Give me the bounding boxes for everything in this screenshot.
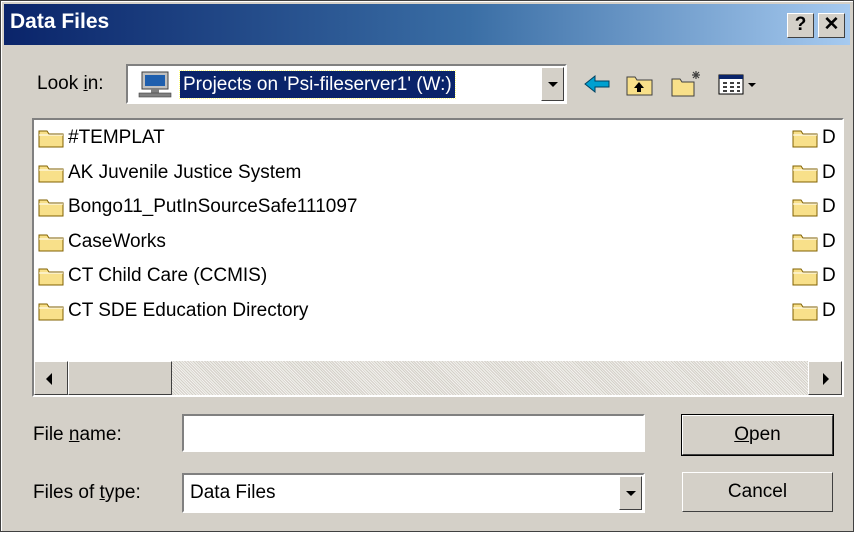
- scroll-thumb[interactable]: [68, 361, 172, 395]
- open-button-access-key: O: [734, 424, 750, 445]
- up-one-level-icon[interactable]: [623, 69, 657, 99]
- folder-icon: [38, 163, 64, 191]
- close-button[interactable]: ✕: [818, 13, 845, 38]
- open-button-label: pen: [749, 424, 781, 445]
- folder-icon: [38, 301, 64, 329]
- data-files-dialog: Data Files ? ✕ Look in: Projects on 'Psi…: [0, 0, 854, 532]
- lookin-dropdown-button[interactable]: [541, 67, 564, 101]
- filename-input[interactable]: [182, 414, 645, 452]
- folder-icon: [38, 197, 64, 225]
- lookin-combobox[interactable]: Projects on 'Psi-fileserver1' (W:): [126, 64, 567, 104]
- list-item-label: D: [822, 127, 836, 148]
- folder-icon: [792, 266, 818, 294]
- list-item-label: D: [822, 299, 836, 321]
- scroll-left-button[interactable]: [34, 361, 68, 395]
- scroll-right-icon: [823, 373, 829, 385]
- lookin-label: Look in:: [37, 73, 104, 95]
- filetype-combobox[interactable]: Data Files: [182, 473, 645, 513]
- folder-icon: [38, 232, 64, 260]
- back-icon[interactable]: [581, 69, 615, 99]
- new-folder-icon[interactable]: [669, 69, 703, 99]
- folder-icon: [792, 128, 818, 156]
- list-item-label: D: [822, 230, 836, 252]
- filetype-value: Data Files: [190, 482, 276, 503]
- folder-icon: [38, 266, 64, 294]
- chevron-down-icon: [547, 82, 558, 87]
- horizontal-scrollbar[interactable]: [34, 361, 842, 395]
- file-list[interactable]: #TEMPLAT AK Juvenile Justice System Bongo1…: [32, 118, 844, 397]
- view-menu-icon[interactable]: [716, 69, 766, 99]
- lookin-label-prefix: Look: [37, 73, 84, 94]
- help-button[interactable]: ?: [787, 13, 814, 38]
- title-bar[interactable]: Data Files ? ✕: [4, 4, 850, 45]
- cancel-button-label: Cancel: [727, 481, 788, 502]
- chevron-down-icon: [625, 491, 636, 496]
- filetype-label: Files of type:: [33, 482, 141, 504]
- help-icon: ?: [794, 14, 807, 35]
- list-item-label: #TEMPLAT: [68, 127, 165, 148]
- scroll-left-icon: [46, 373, 52, 385]
- filetype-dropdown-button[interactable]: [619, 476, 642, 510]
- filename-label-suffix: ame:: [79, 424, 122, 445]
- filename-label: File name:: [33, 424, 122, 446]
- filetype-label-prefix: Files of: [33, 482, 100, 503]
- folder-icon: [792, 232, 818, 260]
- lookin-value: Projects on 'Psi-fileserver1' (W:): [179, 70, 456, 99]
- list-item-label: AK Juvenile Justice System: [68, 161, 302, 183]
- open-button[interactable]: Open: [681, 414, 834, 456]
- filename-label-prefix: File: [33, 424, 69, 445]
- folder-icon: [792, 197, 818, 225]
- folder-icon: [38, 128, 64, 156]
- filename-label-access-key: n: [68, 424, 80, 445]
- list-item-label: CT SDE Education Directory: [68, 299, 309, 321]
- scroll-right-button[interactable]: [808, 361, 842, 395]
- list-item-label: CT Child Care (CCMIS): [68, 265, 268, 286]
- close-icon: ✕: [823, 14, 840, 35]
- filetype-label-suffix: ype:: [104, 482, 141, 503]
- list-item-label: Bongo11_PutInSourceSafe111097: [68, 196, 358, 217]
- list-item-label: D: [822, 265, 836, 286]
- list-item-label: D: [822, 196, 836, 217]
- list-item-label: D: [822, 161, 836, 183]
- folder-icon: [792, 301, 818, 329]
- lookin-label-suffix: n:: [87, 73, 104, 94]
- network-drive-icon: [138, 70, 172, 105]
- folder-icon: [792, 163, 818, 191]
- cancel-button[interactable]: Cancel: [682, 472, 833, 512]
- list-item-label: CaseWorks: [68, 230, 166, 252]
- window-title: Data Files: [10, 10, 110, 33]
